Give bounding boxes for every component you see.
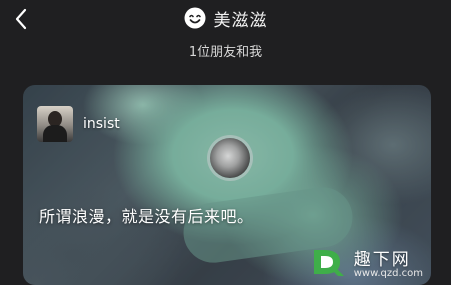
watermark-url: www.qzd.com	[353, 268, 423, 279]
avatar-body	[43, 125, 67, 142]
smiley-face-icon	[184, 7, 205, 29]
avatar[interactable]	[37, 106, 73, 142]
post-text: 所谓浪漫，就是没有后来吧。	[39, 207, 254, 226]
watermark: 趣下网 www.qzd.com	[310, 245, 423, 279]
green-q-logo-icon	[313, 250, 344, 276]
post-author[interactable]: insist	[37, 104, 120, 144]
title-row: 美滋滋	[0, 4, 451, 32]
username[interactable]: insist	[83, 116, 120, 132]
watermark-text: 趣下网 www.qzd.com	[354, 245, 423, 279]
post-card[interactable]: insist 所谓浪漫，就是没有后来吧。 趣下网 www.qzd.com	[23, 85, 431, 285]
friends-subtitle[interactable]: 1位朋友和我	[0, 41, 451, 60]
watermark-title: 趣下网	[353, 250, 411, 270]
top-bar: 美滋滋 1位朋友和我	[0, 0, 451, 80]
app-title: 美滋滋	[213, 10, 268, 31]
